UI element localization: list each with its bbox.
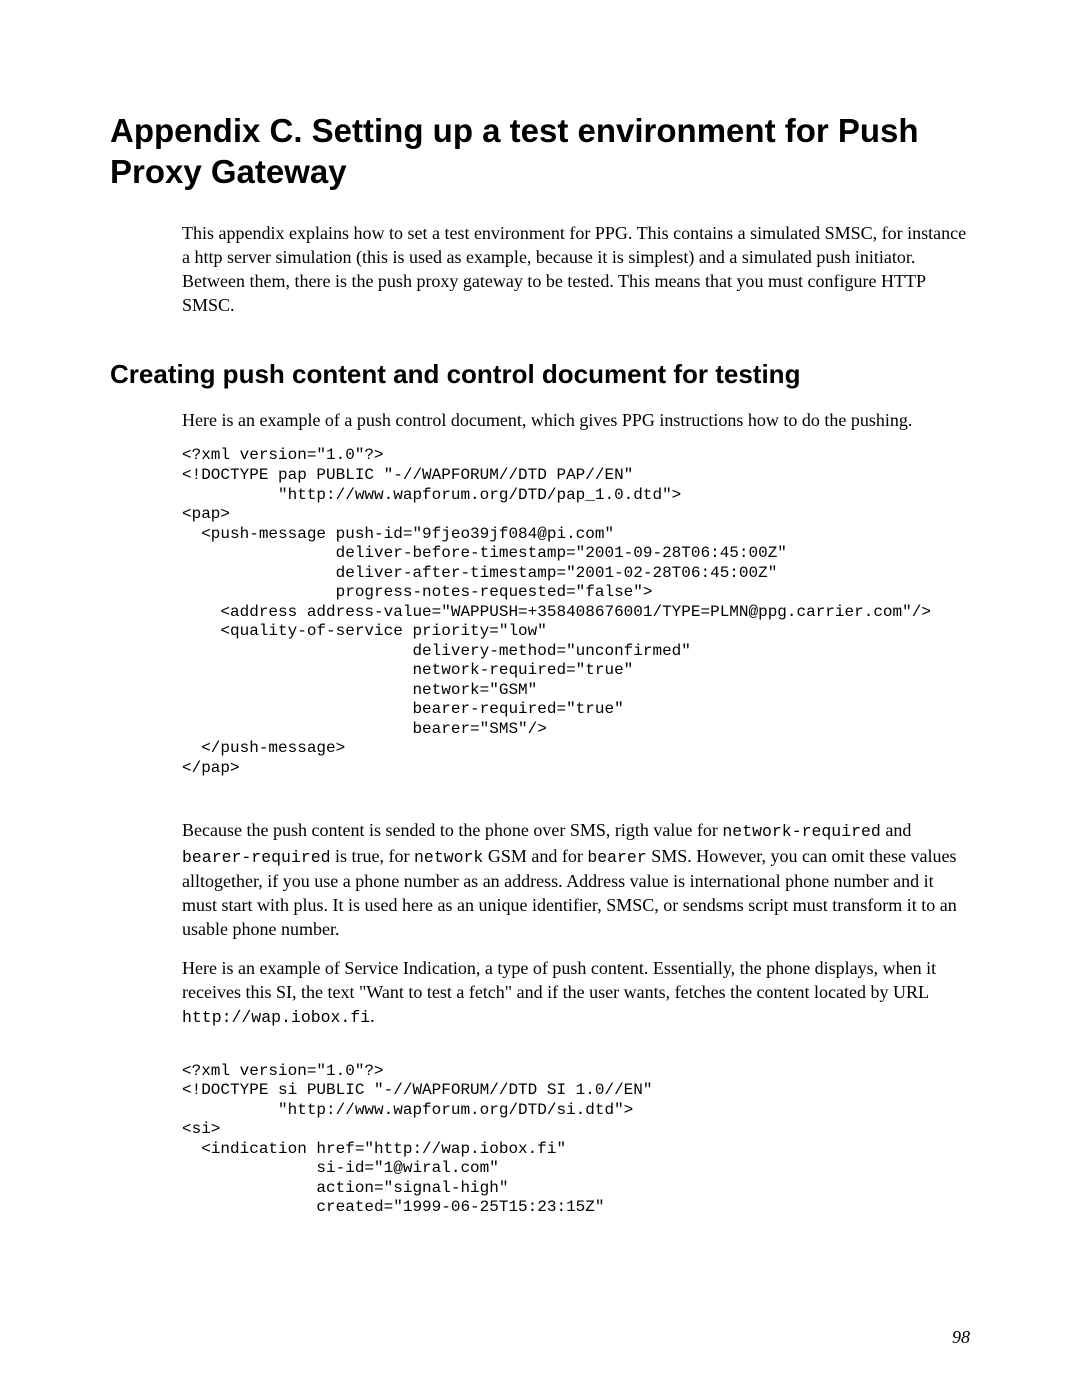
inline-code-network: network — [414, 848, 483, 867]
text-span: and — [881, 820, 912, 840]
code-block-si: <?xml version="1.0"?> <!DOCTYPE si PUBLI… — [182, 1062, 970, 1218]
page-number: 98 — [952, 1327, 970, 1348]
code-block-pap: <?xml version="1.0"?> <!DOCTYPE pap PUBL… — [182, 446, 970, 778]
inline-code-bearer: bearer — [587, 848, 646, 867]
section-heading: Creating push content and control docume… — [110, 358, 970, 391]
text-span: Here is an example of Service Indication… — [182, 958, 936, 1002]
text-span: is true, for — [331, 846, 414, 866]
text-span: GSM and for — [483, 846, 587, 866]
document-page: Appendix C. Setting up a test environmen… — [0, 0, 1080, 1398]
paragraph-3: Here is an example of Service Indication… — [182, 956, 970, 1030]
inline-code-url: http://wap.iobox.fi — [182, 1008, 370, 1027]
text-span: Because the push content is sended to th… — [182, 820, 722, 840]
inline-code-bearer-required: bearer-required — [182, 848, 331, 867]
inline-code-network-required: network-required — [722, 822, 880, 841]
paragraph-2: Because the push content is sended to th… — [182, 818, 970, 941]
appendix-title: Appendix C. Setting up a test environmen… — [110, 110, 970, 193]
intro-paragraph: This appendix explains how to set a test… — [182, 221, 970, 318]
paragraph-1: Here is an example of a push control doc… — [182, 408, 970, 432]
text-span: . — [370, 1006, 375, 1026]
